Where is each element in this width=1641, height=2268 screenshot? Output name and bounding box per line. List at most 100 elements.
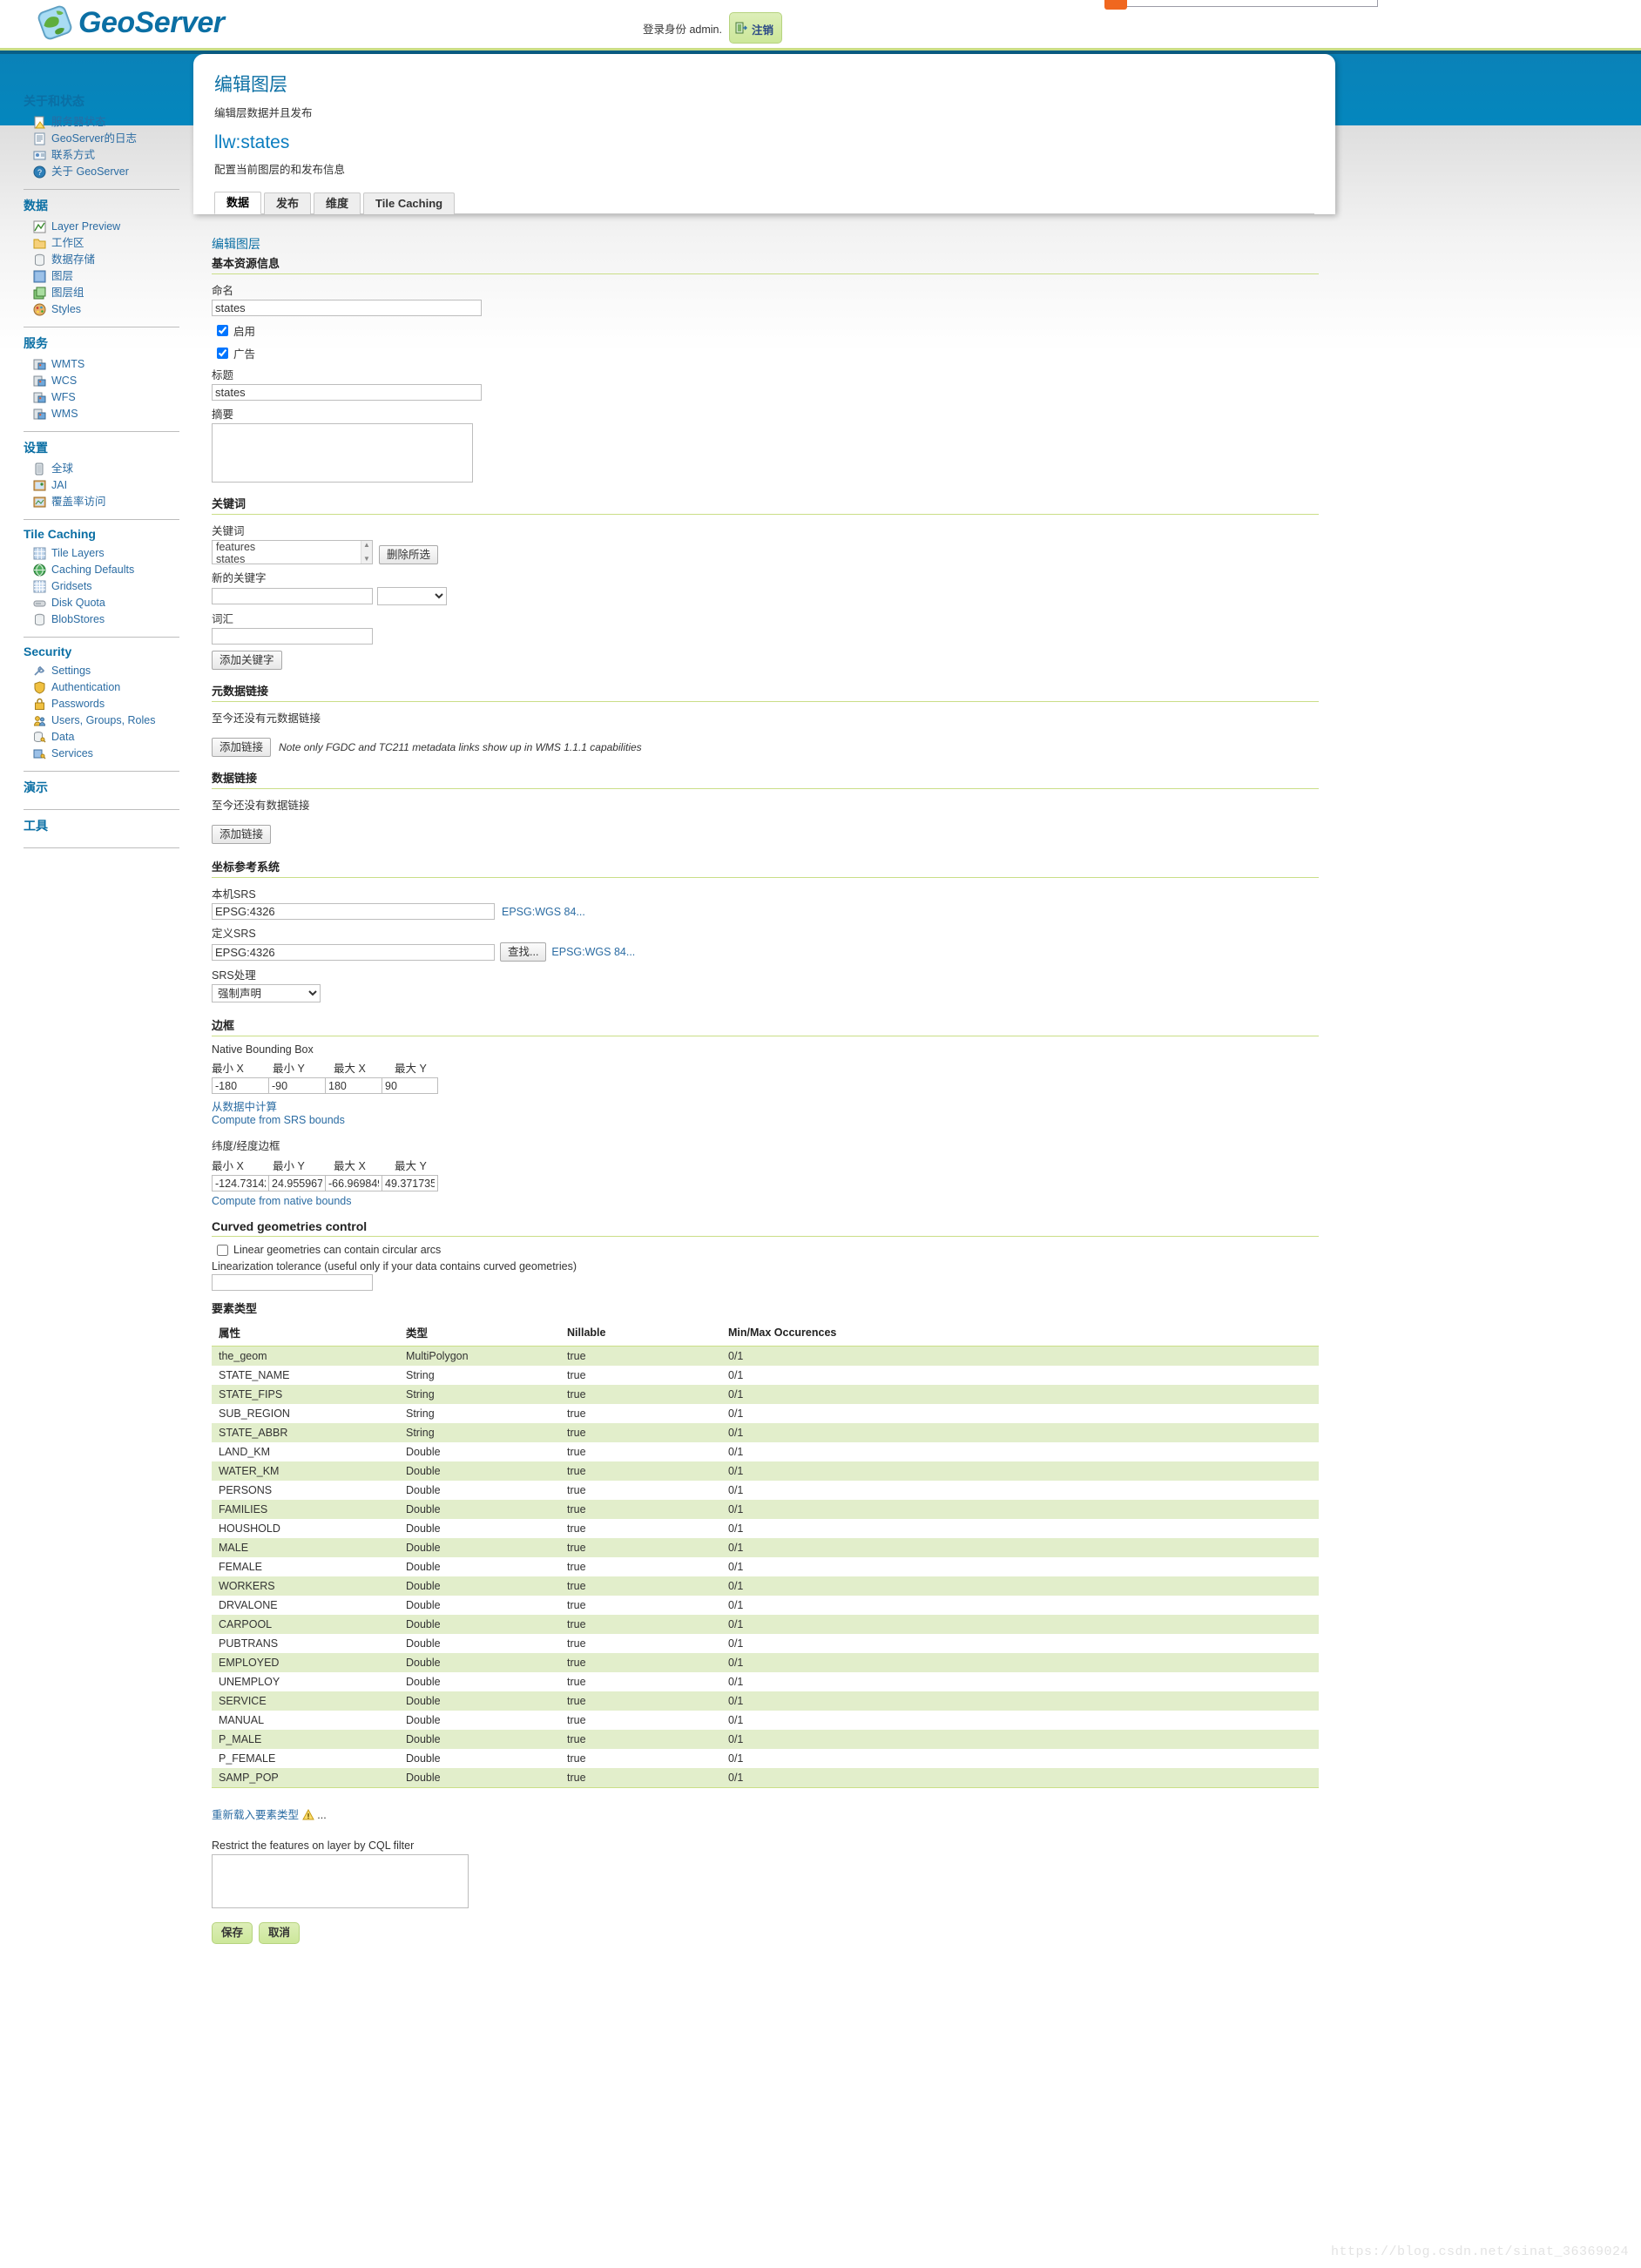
database-icon <box>33 253 46 267</box>
tab-[interactable]: 维度 <box>314 192 361 215</box>
brand-logo[interactable]: GeoServer <box>37 4 225 41</box>
native-srs-info-link[interactable]: EPSG:WGS 84... <box>502 906 585 918</box>
attribute-name: EMPLOYED <box>212 1653 399 1672</box>
title-label: 标题 <box>212 369 234 381</box>
sidebar-item-wms[interactable]: WMS <box>0 406 193 422</box>
bbox-col-label: 最大 Y <box>395 1160 427 1172</box>
attribute-name: DRVALONE <box>212 1596 399 1615</box>
latlon-maxy-input[interactable] <box>382 1175 438 1191</box>
circular-arcs-checkbox-row[interactable]: Linear geometries can contain circular a… <box>217 1244 1335 1256</box>
sidebar-item-[interactable]: 覆盖率访问 <box>0 494 193 510</box>
abstract-textarea[interactable] <box>212 423 473 483</box>
sidebar-item-[interactable]: 服务器状态 <box>0 114 193 131</box>
compute-from-srs-link[interactable]: Compute from SRS bounds <box>212 1114 1335 1126</box>
add-metadata-link-button[interactable]: 添加链接 <box>212 738 272 757</box>
native-minx-input[interactable] <box>212 1077 268 1094</box>
sidebar-item-layer-preview[interactable]: Layer Preview <box>0 219 193 235</box>
native-maxy-input[interactable] <box>382 1077 438 1094</box>
sidebar-item-passwords[interactable]: Passwords <box>0 696 193 712</box>
sidebar-item-label: WFS <box>51 391 76 403</box>
cancel-button[interactable]: 取消 <box>259 1922 301 1944</box>
enabled-checkbox-row[interactable]: 启用 <box>217 322 1335 339</box>
sidebar-item-services[interactable]: Services <box>0 746 193 762</box>
name-input[interactable] <box>212 300 482 316</box>
sidebar-item-wfs[interactable]: WFS <box>0 389 193 406</box>
sidebar-item-disk-quota[interactable]: Disk Quota <box>0 595 193 611</box>
keyword-listbox[interactable]: features states ▲ ▼ <box>212 540 373 564</box>
reload-feature-type-row[interactable]: 重新载入要素类型 ... <box>212 1806 1335 1822</box>
cql-filter-textarea[interactable] <box>212 1854 469 1908</box>
native-maxx-input[interactable] <box>325 1077 382 1094</box>
sidebar-item-blobstores[interactable]: BlobStores <box>0 611 193 628</box>
add-data-link-button[interactable]: 添加链接 <box>212 825 272 844</box>
sidebar-item-label: Disk Quota <box>51 597 105 609</box>
compute-from-native-link[interactable]: Compute from native bounds <box>212 1195 1335 1207</box>
sidebar-item-jai[interactable]: JAI <box>0 477 193 494</box>
native-srs-input[interactable] <box>212 903 495 920</box>
latlon-minx-input[interactable] <box>212 1175 268 1191</box>
tab-[interactable]: 发布 <box>264 192 312 215</box>
tab-[interactable]: 数据 <box>214 192 262 215</box>
tile-grid-icon <box>33 547 46 560</box>
save-button[interactable]: 保存 <box>212 1922 253 1944</box>
attribute-minmax: 0/1 <box>721 1481 1319 1500</box>
sidebar-item-authentication[interactable]: Authentication <box>0 679 193 696</box>
linearization-tolerance-input[interactable] <box>212 1274 373 1291</box>
enabled-checkbox[interactable] <box>217 325 228 336</box>
logout-button[interactable]: 注销 <box>728 12 782 44</box>
sidebar-item-caching-defaults[interactable]: Caching Defaults <box>0 562 193 578</box>
sidebar-item-[interactable]: 数据存储 <box>0 252 193 268</box>
sidebar-item-[interactable]: 图层组 <box>0 285 193 301</box>
sidebar-item-geoserver[interactable]: ? 关于 GeoServer <box>0 164 193 180</box>
declared-srs-info-link[interactable]: EPSG:WGS 84... <box>551 946 635 958</box>
tab-tile-caching[interactable]: Tile Caching <box>363 192 456 215</box>
declared-srs-input[interactable] <box>212 943 495 961</box>
chevron-up-icon[interactable]: ▲ <box>363 542 370 549</box>
srs-handling-select[interactable]: 强制声明 <box>212 984 321 1002</box>
sidebar-item-data[interactable]: Data <box>0 729 193 746</box>
find-srs-button[interactable]: 查找... <box>500 942 547 962</box>
global-icon <box>33 462 46 476</box>
advertised-checkbox[interactable] <box>217 348 228 359</box>
latlon-maxx-input[interactable] <box>325 1175 382 1191</box>
sidebar-item-[interactable]: 全球 <box>0 461 193 477</box>
add-keyword-button[interactable]: 添加关键字 <box>212 651 282 670</box>
sidebar-item-gridsets[interactable]: Gridsets <box>0 578 193 595</box>
sidebar-item-[interactable]: 工作区 <box>0 235 193 252</box>
sidebar-item-styles[interactable]: Styles <box>0 301 193 318</box>
chevron-down-icon[interactable]: ▼ <box>363 556 370 563</box>
sidebar-item-geoserver[interactable]: GeoServer的日志 <box>0 131 193 147</box>
sidebar-item-[interactable]: 图层 <box>0 268 193 285</box>
sidebar-item-label: 图层 <box>51 270 74 282</box>
sidebar-item-settings[interactable]: Settings <box>0 663 193 679</box>
sidebar-item-wmts[interactable]: WMTS <box>0 356 193 373</box>
abstract-label: 摘要 <box>212 408 234 421</box>
layer-icon <box>33 270 46 283</box>
reload-suffix: ... <box>317 1809 327 1821</box>
new-keyword-language-select[interactable] <box>377 587 447 605</box>
sidebar-item-tile-layers[interactable]: Tile Layers <box>0 545 193 562</box>
latlon-miny-input[interactable] <box>268 1175 325 1191</box>
sidebar-item-wcs[interactable]: WCS <box>0 373 193 389</box>
vocabulary-input[interactable] <box>212 628 373 645</box>
attribute-nillable: true <box>560 1442 721 1461</box>
sidebar-item-[interactable]: 联系方式 <box>0 147 193 164</box>
attribute-type: Double <box>399 1442 560 1461</box>
circular-arcs-checkbox[interactable] <box>217 1244 228 1256</box>
native-miny-input[interactable] <box>268 1077 325 1094</box>
attribute-minmax: 0/1 <box>721 1634 1319 1653</box>
attribute-type: Double <box>399 1615 560 1634</box>
compute-from-data-link[interactable]: 从数据中计算 <box>212 1097 1335 1114</box>
keyword-item[interactable]: features <box>213 541 372 553</box>
listbox-scrollbar[interactable]: ▲ ▼ <box>361 541 372 564</box>
advertised-checkbox-row[interactable]: 广告 <box>217 345 1335 361</box>
title-input[interactable] <box>212 384 482 401</box>
feature-type-table: 属性 类型 Nillable Min/Max Occurences the_ge… <box>212 1320 1319 1787</box>
vocabulary-label: 词汇 <box>212 613 234 625</box>
sidebar-item-label: Users, Groups, Roles <box>51 714 156 726</box>
reload-feature-type-link[interactable]: 重新载入要素类型 <box>212 1809 299 1821</box>
sidebar-item-users-groups-roles[interactable]: Users, Groups, Roles <box>0 712 193 729</box>
remove-selected-button[interactable]: 删除所选 <box>379 545 439 564</box>
keyword-item[interactable]: states <box>213 553 372 564</box>
new-keyword-input[interactable] <box>212 588 373 604</box>
